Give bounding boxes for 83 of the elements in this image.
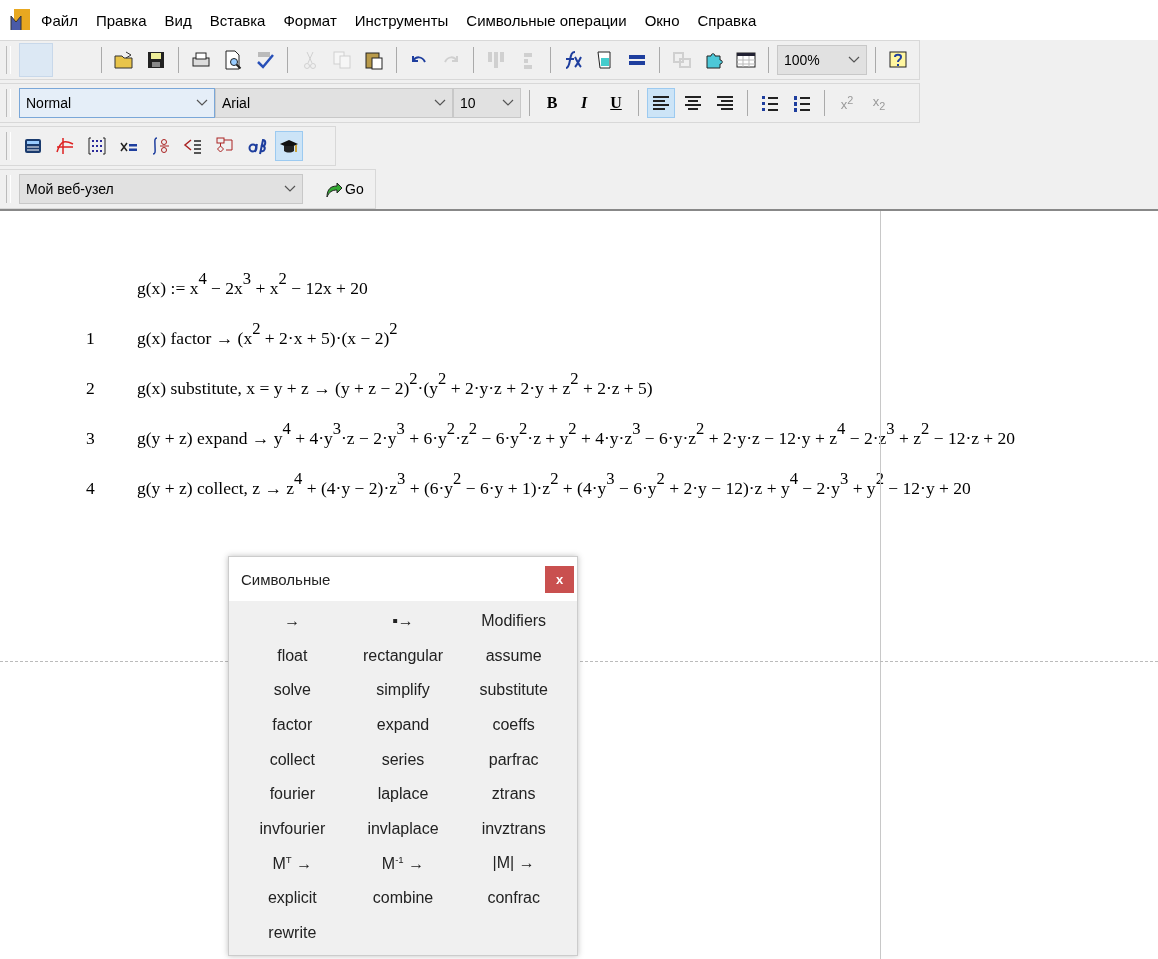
palette-button[interactable]: factor (237, 707, 348, 743)
puzzle-piece-icon (704, 50, 724, 70)
menu-item[interactable]: Окно (635, 11, 689, 29)
palette-button[interactable]: |M| → (458, 846, 569, 881)
palette-button[interactable]: rectangular (347, 638, 459, 674)
palette-button[interactable]: laplace (347, 776, 459, 812)
palette-button[interactable]: coeffs (458, 707, 569, 743)
dropdown-caret-icon (196, 99, 208, 107)
palette-button[interactable]: combine (347, 880, 459, 916)
font-dropdown[interactable]: Arial (215, 88, 453, 118)
palette-button[interactable]: solve (237, 673, 348, 708)
palette-button[interactable]: M$^{T}$ → (237, 846, 348, 881)
spell-check-icon (255, 50, 275, 70)
palette-button[interactable]: collect (237, 742, 348, 777)
palette-button[interactable]: confrac (458, 880, 569, 916)
address-dropdown[interactable]: Мой веб-узел (19, 174, 303, 204)
menu-item[interactable]: Вставка (200, 11, 275, 29)
text-align-icon (683, 93, 703, 113)
palette-button[interactable]: invlaplace (347, 811, 459, 847)
copy-icon (332, 50, 352, 70)
bold-button[interactable]: B (538, 88, 566, 118)
close-button[interactable]: x (545, 565, 574, 593)
menu-item[interactable]: Вид (155, 11, 201, 29)
menu-item[interactable]: Формат (274, 11, 346, 29)
palette-button[interactable]: ztrans (458, 776, 569, 812)
palette-button[interactable]: expand (347, 707, 459, 743)
palette-button[interactable]: simplify (347, 673, 459, 708)
line-number: 3 (85, 427, 96, 449)
help-icon (888, 50, 908, 70)
style-dropdown[interactable]: Normal (19, 88, 215, 118)
palette-button[interactable]: parfrac (458, 742, 569, 777)
menu-item[interactable]: Инструменты (345, 11, 458, 29)
clipboard-icon (364, 50, 384, 70)
dropdown-caret-icon (848, 56, 860, 64)
table-grid-icon (736, 50, 756, 70)
align-top-icon (486, 50, 506, 70)
palette-title: Символьные (241, 570, 331, 588)
line-number: 4 (85, 477, 96, 499)
integral-icon (151, 136, 171, 156)
printer-icon (191, 50, 211, 70)
matrix-icon (87, 136, 107, 156)
italic-button[interactable]: I (570, 88, 598, 118)
underline-button[interactable]: U (602, 88, 630, 118)
dropdown-caret-icon (434, 99, 446, 107)
math-palette-button[interactable] (275, 131, 303, 161)
app-logo-icon (10, 8, 32, 32)
palette-button[interactable]: invztrans (458, 811, 569, 847)
palette-button[interactable]: → (237, 604, 348, 639)
menu-item[interactable]: Файл (32, 11, 87, 29)
line-number: 2 (85, 377, 96, 399)
text-align-icon (651, 93, 671, 113)
line-number: 1 (85, 327, 96, 349)
menu-item[interactable]: Справка (688, 11, 766, 29)
palette-button[interactable]: assume (458, 638, 569, 674)
text-align-icon (715, 93, 735, 113)
palette-button[interactable]: fourier (237, 776, 348, 812)
palette-button[interactable]: substitute (458, 673, 569, 708)
palette-button[interactable]: series (347, 742, 459, 777)
zoom-dropdown[interactable]: 100% (777, 45, 867, 75)
font-size-dropdown[interactable]: 10 (453, 88, 521, 118)
alpha-beta-icon (247, 136, 267, 156)
palette-button[interactable]: explicit (237, 880, 348, 916)
menu-item[interactable]: Правка (86, 11, 156, 29)
graph-icon (55, 136, 75, 156)
numbered-list-icon (792, 93, 812, 113)
align-button[interactable] (647, 88, 675, 118)
menu-item[interactable]: Символьные операции (457, 11, 636, 29)
page-magnifier-icon (223, 50, 243, 70)
dropdown-caret-icon (284, 185, 296, 193)
folder-icon (114, 50, 134, 70)
go-button[interactable]: Go (317, 179, 370, 199)
palette-button[interactable]: ▪→ (347, 604, 459, 639)
chain-link-icon (672, 50, 692, 70)
bullet-list-icon (760, 93, 780, 113)
palette-button[interactable]: Modifiers (458, 604, 569, 639)
comparison-icon (183, 136, 203, 156)
dropdown-caret-icon (502, 99, 514, 107)
calculator-icon (23, 136, 43, 156)
palette-button[interactable]: invfourier (237, 811, 348, 847)
palette-button[interactable]: float (237, 638, 348, 674)
function-icon (563, 50, 583, 70)
palette-button[interactable]: rewrite (237, 915, 348, 950)
palette-button[interactable]: M$^{-1}$ → (347, 846, 459, 881)
